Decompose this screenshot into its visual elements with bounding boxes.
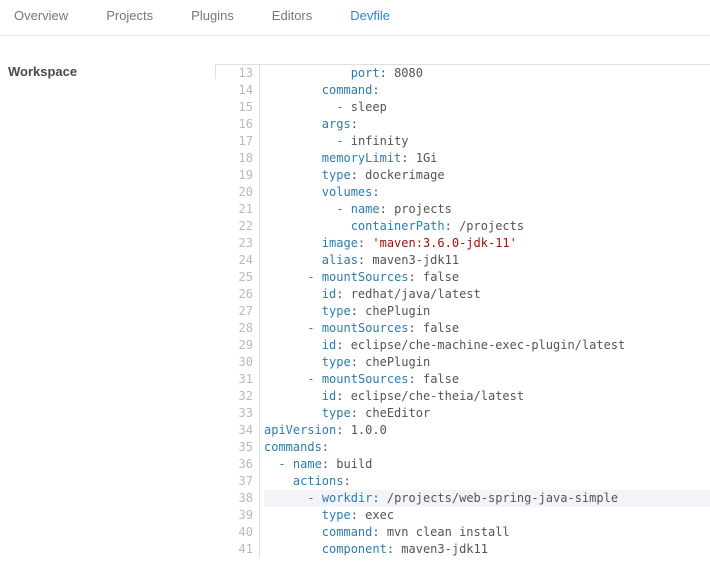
workspace-label: Workspace	[8, 64, 215, 79]
tab-overview[interactable]: Overview	[14, 8, 68, 25]
tab-projects[interactable]: Projects	[106, 8, 153, 25]
line-gutter: 1314151617181920212223242526272829303132…	[216, 65, 260, 558]
sidebar: Workspace	[0, 64, 215, 79]
tab-editors[interactable]: Editors	[272, 8, 312, 25]
code-area[interactable]: port: 8080 command: - sleep args: - infi…	[260, 65, 710, 558]
devfile-editor[interactable]: 1314151617181920212223242526272829303132…	[215, 64, 710, 79]
tab-plugins[interactable]: Plugins	[191, 8, 234, 25]
tab-devfile[interactable]: Devfile	[350, 8, 390, 25]
tab-bar: Overview Projects Plugins Editors Devfil…	[0, 0, 710, 36]
